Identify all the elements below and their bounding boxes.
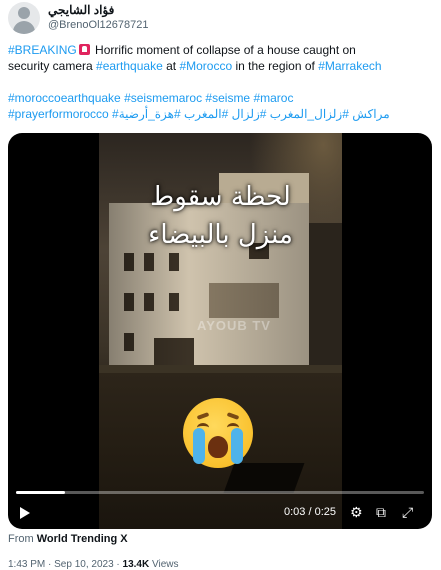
tweet-text-segment: security camera	[8, 59, 97, 73]
settings-icon[interactable]: ⚙	[350, 504, 363, 522]
hashtag-link[interactable]: #prayerformorocco #مراكش #زلزال_المغرب #…	[8, 107, 390, 121]
video-controls: 0:03 / 0:25 ⚙ ⧉ ⤢	[8, 501, 432, 525]
loudly-crying-face-icon	[183, 398, 253, 468]
hashtag-link[interactable]: #Morocco	[179, 59, 232, 73]
tweet-line-2: security camera #earthquake at #Morocco …	[8, 58, 433, 74]
video-caption-line-1: لحظة سقوط	[150, 182, 291, 212]
tweet-text-segment: at	[162, 59, 180, 73]
video-progress-fill	[16, 491, 65, 494]
tweet-line-1: #BREAKING Horrific moment of collapse of…	[8, 42, 433, 58]
source-link[interactable]: World Trending X	[37, 533, 128, 545]
tweet-meta: 1:43 PM · Sep 10, 2023 · 13.4K Views	[8, 559, 179, 570]
play-icon[interactable]	[20, 507, 30, 519]
hashtag-link[interactable]: #BREAKING	[8, 43, 77, 57]
timestamp[interactable]: 1:43 PM · Sep 10, 2023	[8, 559, 114, 570]
video-progress-bar[interactable]	[16, 491, 424, 494]
source-prefix: From	[8, 533, 34, 545]
views-label: Views	[152, 559, 179, 570]
meta-separator: ·	[116, 559, 120, 570]
tweet-header: فؤاد الشايجي @BrenoOl12678721	[8, 2, 433, 34]
video-time: 0:03 / 0:25	[284, 506, 336, 518]
video-frame[interactable]: لحظة سقوط منزل بالبيضاء AYOUB TV	[99, 133, 342, 529]
hashtag-link[interactable]: #Marrakech	[318, 59, 381, 73]
hashtag-link[interactable]: #moroccoearthquake #seismemaroc #seisme …	[8, 91, 293, 105]
tweet-text-segment: Horrific moment of collapse of a house c…	[91, 43, 356, 57]
source-attribution: From World Trending X	[8, 533, 128, 545]
video-player[interactable]: لحظة سقوط منزل بالبيضاء AYOUB TV 0:03 / …	[8, 133, 432, 529]
fullscreen-icon[interactable]: ⤢	[402, 504, 413, 522]
user-handle[interactable]: @BrenoOl12678721	[48, 19, 148, 31]
avatar[interactable]	[8, 2, 40, 34]
video-watermark: AYOUB TV	[197, 318, 271, 333]
hashtag-link[interactable]: #earthquake	[96, 59, 163, 73]
tweet-line-3: #moroccoearthquake #seismemaroc #seisme …	[8, 90, 433, 106]
avatar-head	[18, 7, 30, 19]
tweet-text: #BREAKING Horrific moment of collapse of…	[8, 42, 433, 122]
views-count: 13.4K	[122, 559, 150, 570]
popout-icon[interactable]: ⧉	[376, 504, 386, 522]
avatar-body	[13, 21, 35, 34]
tweet-line-4: #prayerformorocco #مراكش #زلزال_المغرب #…	[8, 106, 433, 122]
rotating-light-icon	[78, 44, 90, 55]
tweet-text-segment: in the region of	[232, 59, 319, 73]
video-caption: لحظة سقوط منزل بالبيضاء	[99, 178, 342, 254]
display-name[interactable]: فؤاد الشايجي	[48, 3, 114, 17]
video-caption-line-2: منزل بالبيضاء	[148, 220, 293, 250]
